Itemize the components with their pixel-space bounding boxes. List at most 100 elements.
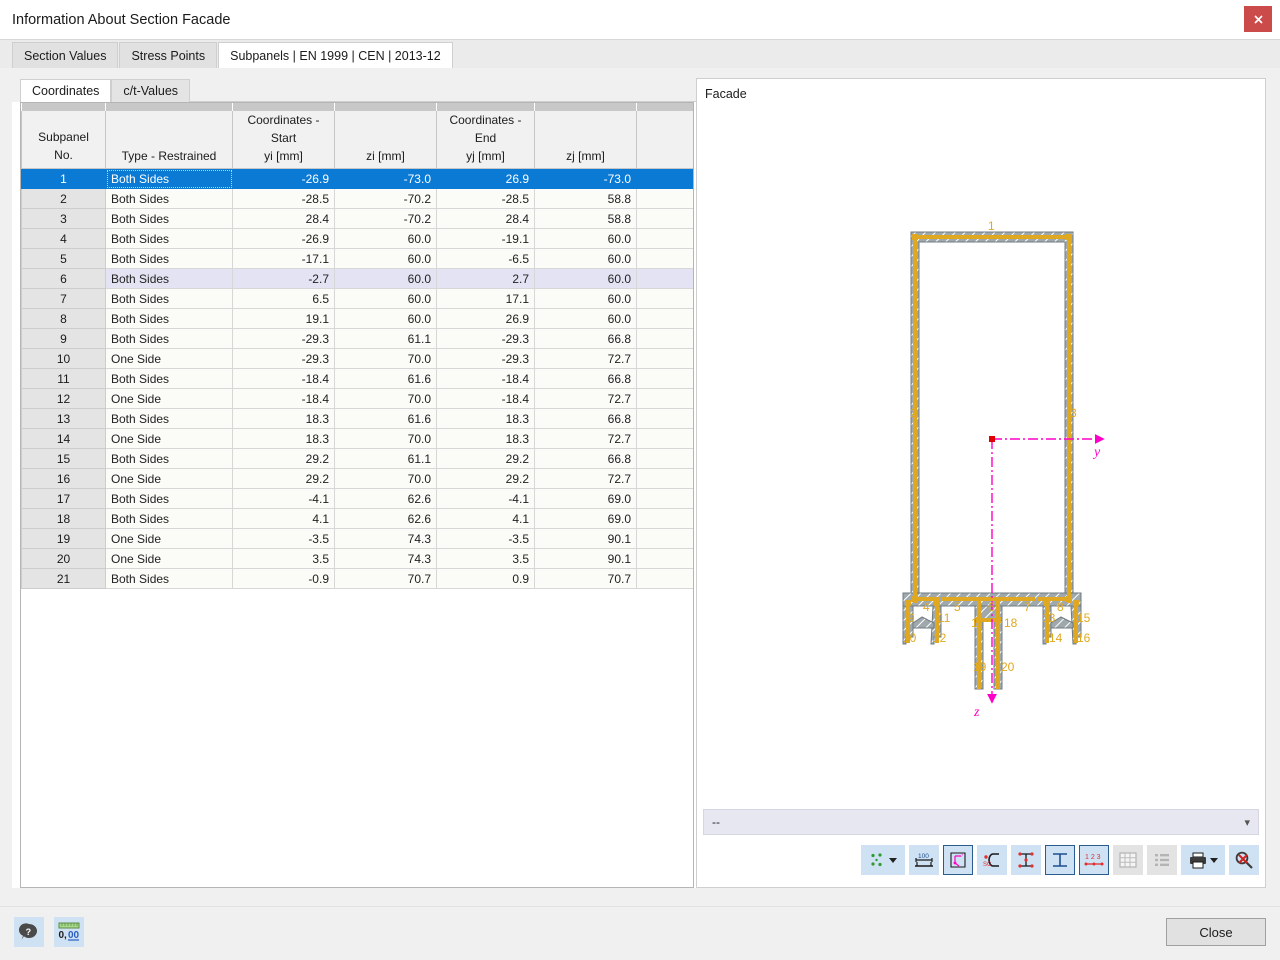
help-button[interactable]: ? [14, 917, 44, 947]
cell-zj[interactable]: 72.7 [534, 428, 637, 449]
cell-extra[interactable] [636, 568, 693, 589]
cell-zj[interactable]: -73.0 [534, 168, 637, 189]
cell-zi[interactable]: 61.1 [334, 328, 437, 349]
cell-type-restrained[interactable]: Both Sides [105, 248, 233, 269]
cell-zj[interactable]: 60.0 [534, 288, 637, 309]
cell-extra[interactable] [636, 408, 693, 429]
cell-yi[interactable]: -26.9 [232, 228, 335, 249]
cell-zi[interactable]: 74.3 [334, 528, 437, 549]
cell-zj[interactable]: 69.0 [534, 488, 637, 509]
cell-type-restrained[interactable]: Both Sides [105, 268, 233, 289]
tab-stress-points[interactable]: Stress Points [119, 42, 218, 68]
cell-type-restrained[interactable]: One Side [105, 348, 233, 369]
cell-extra[interactable] [636, 348, 693, 369]
local-axes-button[interactable]: y [943, 845, 973, 875]
cell-zi[interactable]: 60.0 [334, 248, 437, 269]
cell-subpanel-no[interactable]: 11 [21, 368, 106, 389]
cell-zi[interactable]: 62.6 [334, 488, 437, 509]
cell-subpanel-no[interactable]: 13 [21, 408, 106, 429]
cell-yj[interactable]: 3.5 [436, 548, 535, 569]
col-header-type-restrained[interactable]: Type - Restrained [105, 111, 233, 169]
cell-yj[interactable]: 2.7 [436, 268, 535, 289]
subtab-ct-values[interactable]: c/t-Values [111, 79, 191, 102]
cell-type-restrained[interactable]: Both Sides [105, 328, 233, 349]
cell-yj[interactable]: 0.9 [436, 568, 535, 589]
cell-zi[interactable]: -70.2 [334, 188, 437, 209]
col-header-yi[interactable]: Coordinates - Start yi [mm] [232, 111, 335, 169]
cell-zi[interactable]: 74.3 [334, 548, 437, 569]
table-row[interactable]: 16 One Side 29.2 70.0 29.2 72.7 [21, 468, 693, 489]
render-style-button[interactable] [861, 845, 905, 875]
cell-yj[interactable]: -6.5 [436, 248, 535, 269]
cell-yj[interactable]: 26.9 [436, 168, 535, 189]
cell-type-restrained[interactable]: One Side [105, 528, 233, 549]
table-row[interactable]: 8 Both Sides 19.1 60.0 26.9 60.0 [21, 308, 693, 329]
list-button[interactable] [1147, 845, 1177, 875]
cell-subpanel-no[interactable]: 12 [21, 388, 106, 409]
table-row[interactable]: 2 Both Sides -28.5 -70.2 -28.5 58.8 [21, 188, 693, 209]
col-header-zj[interactable]: zj [mm] [534, 111, 637, 169]
table-row[interactable]: 14 One Side 18.3 70.0 18.3 72.7 [21, 428, 693, 449]
cell-extra[interactable] [636, 488, 693, 509]
cell-zi[interactable]: -73.0 [334, 168, 437, 189]
stress-points-button[interactable] [1011, 845, 1041, 875]
cell-yi[interactable]: -18.4 [232, 368, 335, 389]
cell-yj[interactable]: 4.1 [436, 508, 535, 529]
cell-type-restrained[interactable]: Both Sides [105, 168, 233, 189]
cell-type-restrained[interactable]: One Side [105, 548, 233, 569]
col-header-subpanel-no[interactable]: Subpanel No. [21, 111, 106, 169]
cell-yi[interactable]: 19.1 [232, 308, 335, 329]
cell-zj[interactable]: 72.7 [534, 388, 637, 409]
cell-yi[interactable]: -0.9 [232, 568, 335, 589]
cell-zj[interactable]: 66.8 [534, 408, 637, 429]
cell-yi[interactable]: -29.3 [232, 328, 335, 349]
cell-zj[interactable]: 66.8 [534, 368, 637, 389]
cell-type-restrained[interactable]: Both Sides [105, 288, 233, 309]
cell-zj[interactable]: 60.0 [534, 268, 637, 289]
dimensions-button[interactable]: 100 [909, 845, 939, 875]
cell-type-restrained[interactable]: Both Sides [105, 228, 233, 249]
cell-yj[interactable]: -29.3 [436, 348, 535, 369]
cell-extra[interactable] [636, 508, 693, 529]
cell-extra[interactable] [636, 328, 693, 349]
shear-center-button[interactable]: SC [977, 845, 1007, 875]
cell-zj[interactable]: 60.0 [534, 248, 637, 269]
cell-yi[interactable]: 4.1 [232, 508, 335, 529]
col-header-yj[interactable]: Coordinates - End yj [mm] [436, 111, 535, 169]
cell-yi[interactable]: 18.3 [232, 428, 335, 449]
cell-type-restrained[interactable]: One Side [105, 468, 233, 489]
cell-zj[interactable]: 58.8 [534, 188, 637, 209]
table-row[interactable]: 12 One Side -18.4 70.0 -18.4 72.7 [21, 388, 693, 409]
cell-zi[interactable]: 61.6 [334, 408, 437, 429]
cell-zi[interactable]: -70.2 [334, 208, 437, 229]
cell-zi[interactable]: 70.0 [334, 428, 437, 449]
cell-type-restrained[interactable]: Both Sides [105, 488, 233, 509]
table-row[interactable]: 6 Both Sides -2.7 60.0 2.7 60.0 [21, 268, 693, 289]
cell-zi[interactable]: 60.0 [334, 228, 437, 249]
table-row[interactable]: 9 Both Sides -29.3 61.1 -29.3 66.8 [21, 328, 693, 349]
cell-yj[interactable]: 18.3 [436, 408, 535, 429]
subtab-coordinates[interactable]: Coordinates [20, 79, 112, 102]
cell-zi[interactable]: 60.0 [334, 308, 437, 329]
cell-yi[interactable]: 28.4 [232, 208, 335, 229]
cell-zj[interactable]: 66.8 [534, 328, 637, 349]
reset-zoom-button[interactable] [1229, 845, 1259, 875]
window-close-button[interactable] [1244, 6, 1272, 32]
cell-zj[interactable]: 90.1 [534, 548, 637, 569]
cell-yj[interactable]: -29.3 [436, 328, 535, 349]
cell-type-restrained[interactable]: Both Sides [105, 448, 233, 469]
cell-zi[interactable]: 70.0 [334, 388, 437, 409]
numbering-button[interactable]: 1 2 3 [1079, 845, 1109, 875]
cell-extra[interactable] [636, 188, 693, 209]
cell-zi[interactable]: 70.7 [334, 568, 437, 589]
tab-subpanels[interactable]: Subpanels | EN 1999 | CEN | 2013-12 [218, 42, 453, 68]
cell-type-restrained[interactable]: Both Sides [105, 368, 233, 389]
cell-extra[interactable] [636, 268, 693, 289]
cell-yi[interactable]: -2.7 [232, 268, 335, 289]
cell-subpanel-no[interactable]: 9 [21, 328, 106, 349]
cell-zi[interactable]: 61.6 [334, 368, 437, 389]
cell-zj[interactable]: 60.0 [534, 228, 637, 249]
cell-extra[interactable] [636, 388, 693, 409]
cell-yj[interactable]: -3.5 [436, 528, 535, 549]
cell-type-restrained[interactable]: Both Sides [105, 208, 233, 229]
